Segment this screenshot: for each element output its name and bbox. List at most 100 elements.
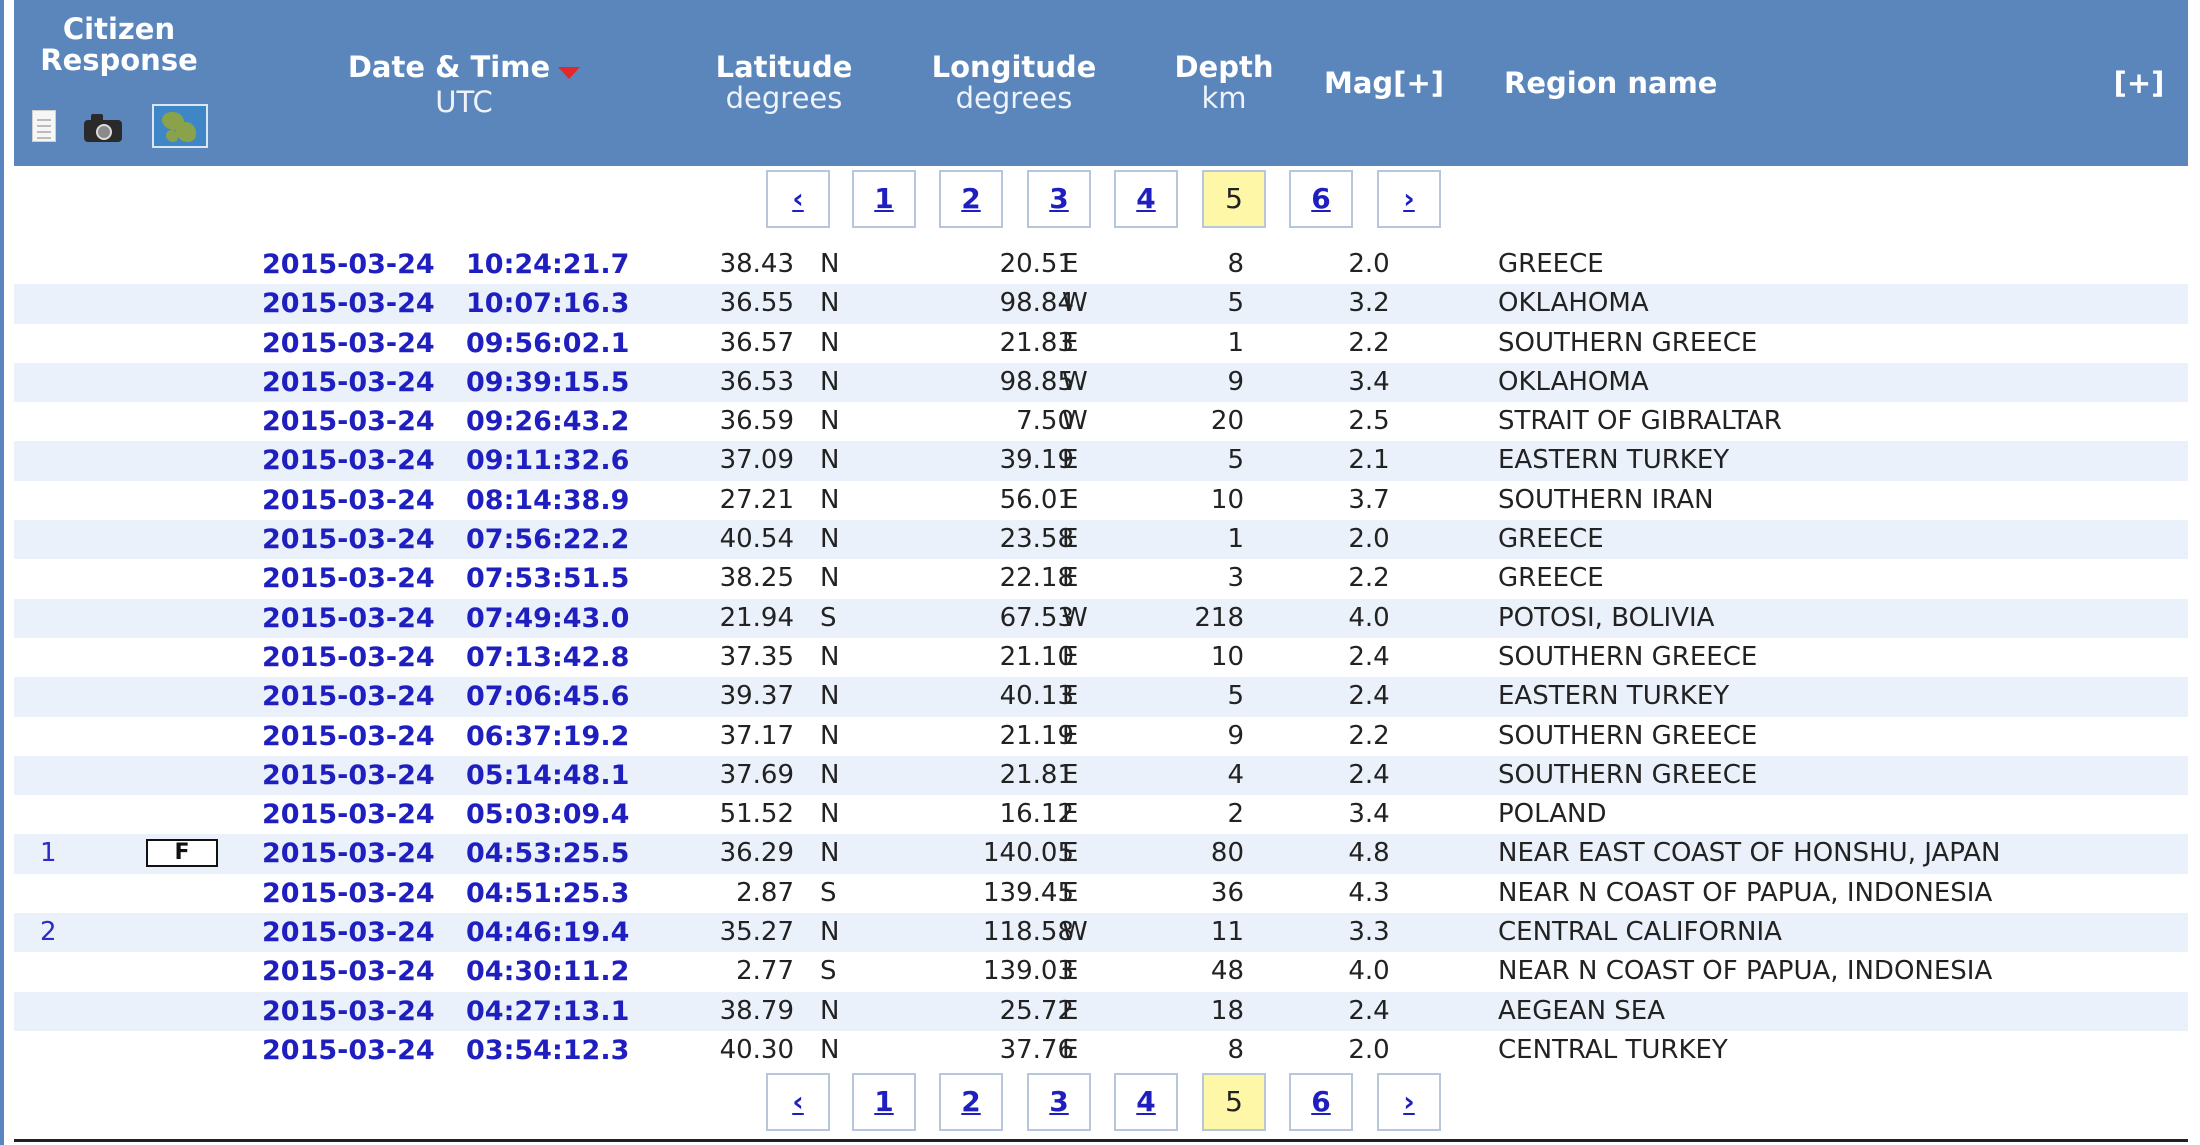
table-row[interactable]: 2015-03-24 04:30:11.2 2.77 S 139.03 E 48 4.0 NEA… <box>14 952 2188 991</box>
event-date[interactable]: 2015-03-24 <box>262 756 435 795</box>
event-date[interactable]: 2015-03-24 <box>262 992 435 1031</box>
depth-value: 1 <box>1227 524 1244 555</box>
top-page-3-button[interactable]: 3 <box>1027 170 1091 228</box>
table-row[interactable]: 2 2015-03-24 04:46:19.4 35.27 N 118.58 W 11 3.3 C… <box>14 913 2188 953</box>
magnitude-value: 4.3 <box>1348 877 1390 908</box>
table-row[interactable]: 2015-03-24 08:14:38.9 27.21 N 56.01 E 10 3.7 SOU… <box>14 481 2188 520</box>
top-page-6-button[interactable]: 6 <box>1289 170 1353 228</box>
event-time[interactable]: 03:54:12.3 <box>466 1031 629 1070</box>
longitude-header[interactable]: Longitude degrees <box>904 52 1124 114</box>
table-row[interactable]: 2015-03-24 09:56:02.1 36.57 N 21.83 E 1 2.2 SOUT… <box>14 324 2188 363</box>
table-row[interactable]: 2015-03-24 07:13:42.8 37.35 N 21.10 E 10 2.4 SOU… <box>14 638 2188 677</box>
latitude-value: 2.87 <box>736 877 794 908</box>
event-date[interactable]: 2015-03-24 <box>262 795 435 834</box>
map-icon[interactable] <box>152 104 208 148</box>
bottom-page-1-button[interactable]: 1 <box>852 1073 916 1131</box>
longitude-header-title[interactable]: Longitude <box>904 52 1124 83</box>
event-date[interactable]: 2015-03-24 <box>262 874 435 913</box>
bottom-next-page-button[interactable]: › <box>1377 1073 1441 1131</box>
event-date[interactable]: 2015-03-24 <box>262 717 435 756</box>
event-date[interactable]: 2015-03-24 <box>262 402 435 441</box>
bottom-page-2-button[interactable]: 2 <box>939 1073 1003 1131</box>
top-next-page-button[interactable]: › <box>1377 170 1441 228</box>
event-date[interactable]: 2015-03-24 <box>262 677 435 716</box>
event-time[interactable]: 04:30:11.2 <box>466 952 629 991</box>
table-row[interactable]: 2015-03-24 09:39:15.5 36.53 N 98.85 W 9 3.4 OKLA… <box>14 362 2188 403</box>
citizen-response-count[interactable]: 1 <box>40 834 70 873</box>
event-date[interactable]: 2015-03-24 <box>262 1031 435 1070</box>
table-row[interactable]: 2015-03-24 07:06:45.6 39.37 N 40.13 E 5 2.4 EAST… <box>14 677 2188 717</box>
top-page-2-button[interactable]: 2 <box>939 170 1003 228</box>
event-time[interactable]: 06:37:19.2 <box>466 717 629 756</box>
event-time[interactable]: 07:49:43.0 <box>466 599 629 638</box>
top-page-1-button[interactable]: 1 <box>852 170 916 228</box>
event-date[interactable]: 2015-03-24 <box>262 952 435 991</box>
event-time[interactable]: 09:39:15.5 <box>466 363 629 402</box>
table-row[interactable]: 2015-03-24 05:03:09.4 51.52 N 16.12 E 2 3.4 POLA… <box>14 795 2188 834</box>
event-time[interactable]: 04:46:19.4 <box>466 913 629 952</box>
region-header[interactable]: Region name <box>1504 68 1744 99</box>
event-date[interactable]: 2015-03-24 <box>262 599 435 638</box>
camera-icon[interactable] <box>84 114 122 142</box>
table-row[interactable]: 2015-03-24 05:14:48.1 37.69 N 21.81 E 4 2.4 SOUT… <box>14 755 2188 796</box>
event-date[interactable]: 2015-03-24 <box>262 441 435 480</box>
table-row[interactable]: 2015-03-24 04:27:13.1 38.79 N 25.72 E 18 2.4 AEG… <box>14 991 2188 1031</box>
event-date[interactable]: 2015-03-24 <box>262 638 435 677</box>
datetime-header-title[interactable]: Date & Time <box>348 50 550 84</box>
felt-report-badge[interactable]: F <box>146 839 218 868</box>
event-time[interactable]: 04:27:13.1 <box>466 992 629 1031</box>
bottom-page-4-button[interactable]: 4 <box>1114 1073 1178 1131</box>
event-date[interactable]: 2015-03-24 <box>262 363 435 402</box>
top-page-5-button[interactable]: 5 <box>1202 170 1266 228</box>
event-time[interactable]: 09:56:02.1 <box>466 324 629 363</box>
latitude-header[interactable]: Latitude degrees <box>674 52 894 114</box>
longitude-value: 140.05 <box>983 838 1074 869</box>
bottom-page-6-button[interactable]: 6 <box>1289 1073 1353 1131</box>
sort-desc-icon[interactable] <box>558 66 581 79</box>
event-time[interactable]: 08:14:38.9 <box>466 481 629 520</box>
table-row[interactable]: 2015-03-24 03:54:12.3 40.30 N 37.76 E 8 2.0 CENT… <box>14 1031 2188 1070</box>
table-row[interactable]: 2015-03-24 04:51:25.3 2.87 S 139.45 E 36 4.3 NEA… <box>14 874 2188 913</box>
event-time[interactable]: 04:53:25.5 <box>466 834 629 873</box>
table-row[interactable]: 2015-03-24 07:56:22.2 40.54 N 23.58 E 1 2.0 GREE… <box>14 520 2188 560</box>
table-row[interactable]: 2015-03-24 09:11:32.6 37.09 N 39.19 E 5 2.1 EAST… <box>14 441 2188 481</box>
event-time[interactable]: 05:14:48.1 <box>466 756 629 795</box>
event-date[interactable]: 2015-03-24 <box>262 245 435 284</box>
table-row[interactable]: 2015-03-24 07:53:51.5 38.25 N 22.18 E 3 2.2 GREE… <box>14 559 2188 598</box>
top-prev-page-button[interactable]: ‹ <box>766 170 830 228</box>
bottom-prev-page-button[interactable]: ‹ <box>766 1073 830 1131</box>
event-date[interactable]: 2015-03-24 <box>262 834 435 873</box>
table-row[interactable]: 1 2015-03-24 04:53:25.5 36.29 N 140.05 E 80 4.8 N… <box>14 834 2188 874</box>
event-date[interactable]: 2015-03-24 <box>262 324 435 363</box>
latitude-header-title[interactable]: Latitude <box>674 52 894 83</box>
bottom-page-3-button[interactable]: 3 <box>1027 1073 1091 1131</box>
event-time[interactable]: 07:06:45.6 <box>466 677 629 716</box>
event-date[interactable]: 2015-03-24 <box>262 559 435 598</box>
event-time[interactable]: 04:51:25.3 <box>466 874 629 913</box>
top-page-4-button[interactable]: 4 <box>1114 170 1178 228</box>
event-time[interactable]: 07:56:22.2 <box>466 520 629 559</box>
table-row[interactable]: 2015-03-24 09:26:43.2 36.59 N 7.50 W 20 2.5 STRA… <box>14 402 2188 441</box>
table-row[interactable]: 2015-03-24 10:07:16.3 36.55 N 98.84 W 5 3.2 OKLA… <box>14 284 2188 324</box>
table-row[interactable]: 2015-03-24 10:24:21.7 38.43 N 20.51 E 8 2.0 GREE… <box>14 245 2188 284</box>
event-time[interactable]: 05:03:09.4 <box>466 795 629 834</box>
event-time[interactable]: 09:26:43.2 <box>466 402 629 441</box>
longitude-value: 22.18 <box>999 563 1074 594</box>
document-icon[interactable] <box>32 110 56 142</box>
bottom-page-5-button[interactable]: 5 <box>1202 1073 1266 1131</box>
event-time[interactable]: 07:53:51.5 <box>466 559 629 598</box>
datetime-header[interactable]: Date & Time UTC <box>284 52 644 118</box>
expand-columns-button[interactable]: [+] <box>2104 68 2174 99</box>
event-date[interactable]: 2015-03-24 <box>262 284 435 323</box>
event-time[interactable]: 09:11:32.6 <box>466 441 629 480</box>
event-date[interactable]: 2015-03-24 <box>262 520 435 559</box>
citizen-response-count[interactable]: 2 <box>40 913 70 952</box>
event-time[interactable]: 10:24:21.7 <box>466 245 629 284</box>
event-time[interactable]: 07:13:42.8 <box>466 638 629 677</box>
magnitude-header[interactable]: Mag[+] <box>1284 68 1484 99</box>
event-time[interactable]: 10:07:16.3 <box>466 284 629 323</box>
event-date[interactable]: 2015-03-24 <box>262 481 435 520</box>
table-row[interactable]: 2015-03-24 06:37:19.2 37.17 N 21.19 E 9 2.2 SOUT… <box>14 717 2188 756</box>
table-row[interactable]: 2015-03-24 07:49:43.0 21.94 S 67.53 W 218 4.0 PO… <box>14 598 2188 638</box>
event-date[interactable]: 2015-03-24 <box>262 913 435 952</box>
